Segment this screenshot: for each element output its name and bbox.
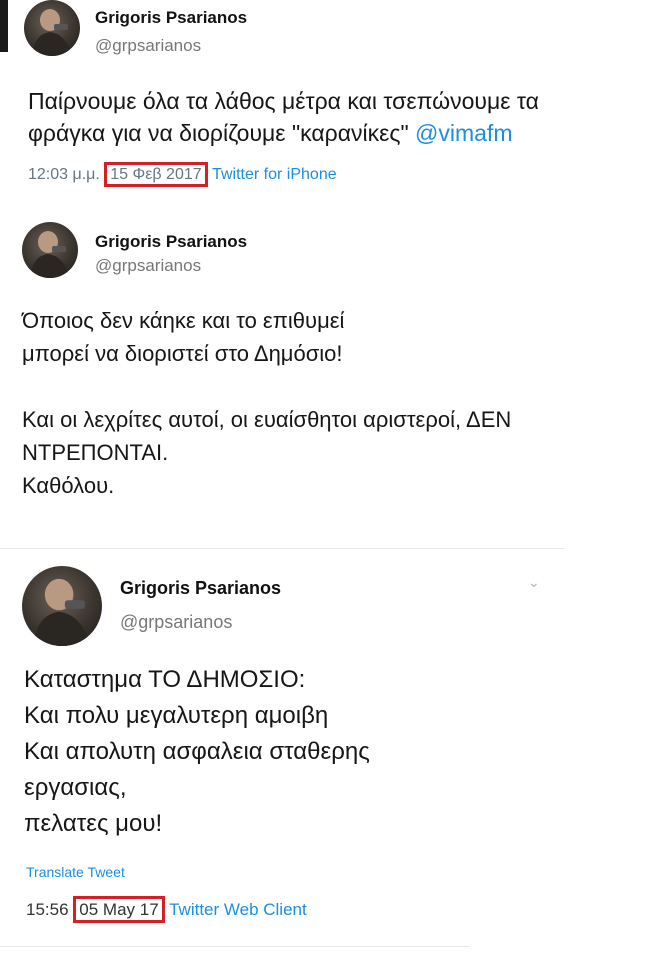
tweet-text-line: εργασιας, — [24, 774, 127, 801]
avatar-photo-icon — [30, 231, 70, 278]
avatar[interactable] — [24, 0, 80, 56]
tweet-client-link[interactable]: Twitter Web Client — [169, 900, 307, 919]
left-edge-strip — [0, 0, 8, 52]
tweet-text-line: Παίρνουμε όλα τα λάθος μέτρα και τσεπώνο… — [28, 88, 539, 114]
tweet-text: Παίρνουμε όλα τα λάθος μέτρα και τσεπώνο… — [28, 86, 539, 149]
mention-link[interactable]: @vimafm — [415, 120, 512, 146]
tweet-client-link[interactable]: Twitter for iPhone — [212, 166, 337, 183]
tweet-text-line: Καθόλου. — [22, 473, 115, 498]
avatar-photo-icon — [33, 578, 91, 646]
author-name[interactable]: Grigoris Psarianos — [95, 8, 247, 28]
tweet-text-line: Όποιος δεν κάηκε και το επιθυμεί — [22, 308, 345, 333]
tweet-text-line: πελατες μου! — [24, 810, 163, 837]
author-name[interactable]: Grigoris Psarianos — [120, 578, 281, 599]
tweet-meta: 15:56 05 May 17 Twitter Web Client — [26, 896, 307, 923]
tweet-time: 12:03 μ.μ. — [28, 166, 100, 183]
tweet-text: Καταστημα ΤΟ ΔΗΜΟΣΙΟ: Και πολυ μεγαλυτερ… — [24, 662, 370, 842]
author-handle[interactable]: @grpsarianos — [95, 256, 201, 276]
tweet-card-2[interactable]: Grigoris Psarianos @grpsarianos Όποιος δ… — [0, 210, 671, 540]
tweet-text-fragment: φράγκα για να διορίζουμε "καρανίκες" — [28, 119, 409, 146]
author-handle[interactable]: @grpsarianos — [120, 612, 232, 633]
author-name[interactable]: Grigoris Psarianos — [95, 232, 247, 252]
tweet-text-line: Και οι λεχρίτες αυτοί, οι ευαίσθητοι αρι… — [22, 407, 512, 432]
tweet-meta: 12:03 μ.μ. 15 Φεβ 2017 Twitter for iPhon… — [28, 162, 337, 187]
tweet-time: 15:56 — [26, 900, 69, 919]
chevron-down-icon[interactable]: ⌄ — [528, 574, 540, 591]
tweet-text-line: Και απολυτη ασφαλεια σταθερης — [24, 738, 370, 765]
tweet-text-line: μπορεί να διοριστεί στο Δημόσιο! — [22, 341, 343, 366]
avatar-photo-icon — [32, 9, 72, 56]
tweet-text-line — [22, 370, 511, 403]
divider — [0, 946, 470, 947]
tweet-text-line: Και πολυ μεγαλυτερη αμοιβη — [24, 702, 329, 729]
tweet-text-line: φράγκα για να διορίζουμε "καρανίκες" @vi… — [28, 118, 539, 150]
author-handle[interactable]: @grpsarianos — [95, 36, 201, 56]
tweet-text-line: Καταστημα ΤΟ ΔΗΜΟΣΙΟ: — [24, 666, 306, 693]
tweet-card-1[interactable]: Grigoris Psarianos @grpsarianos Παίρνουμ… — [0, 0, 671, 206]
translate-tweet-link[interactable]: Translate Tweet — [26, 864, 125, 880]
tweet-text: Όποιος δεν κάηκε και το επιθυμεί μπορεί … — [22, 304, 511, 502]
tweet-date-highlighted[interactable]: 05 May 17 — [73, 896, 165, 923]
tweet-date-highlighted[interactable]: 15 Φεβ 2017 — [104, 162, 208, 187]
tweet-text-line: ΝΤΡΕΠΟΝΤΑΙ. — [22, 440, 169, 465]
avatar[interactable] — [22, 566, 102, 646]
tweet-card-3[interactable]: Grigoris Psarianos @grpsarianos ⌄ Καταστ… — [0, 556, 671, 973]
avatar[interactable] — [22, 222, 78, 278]
divider — [0, 548, 564, 549]
